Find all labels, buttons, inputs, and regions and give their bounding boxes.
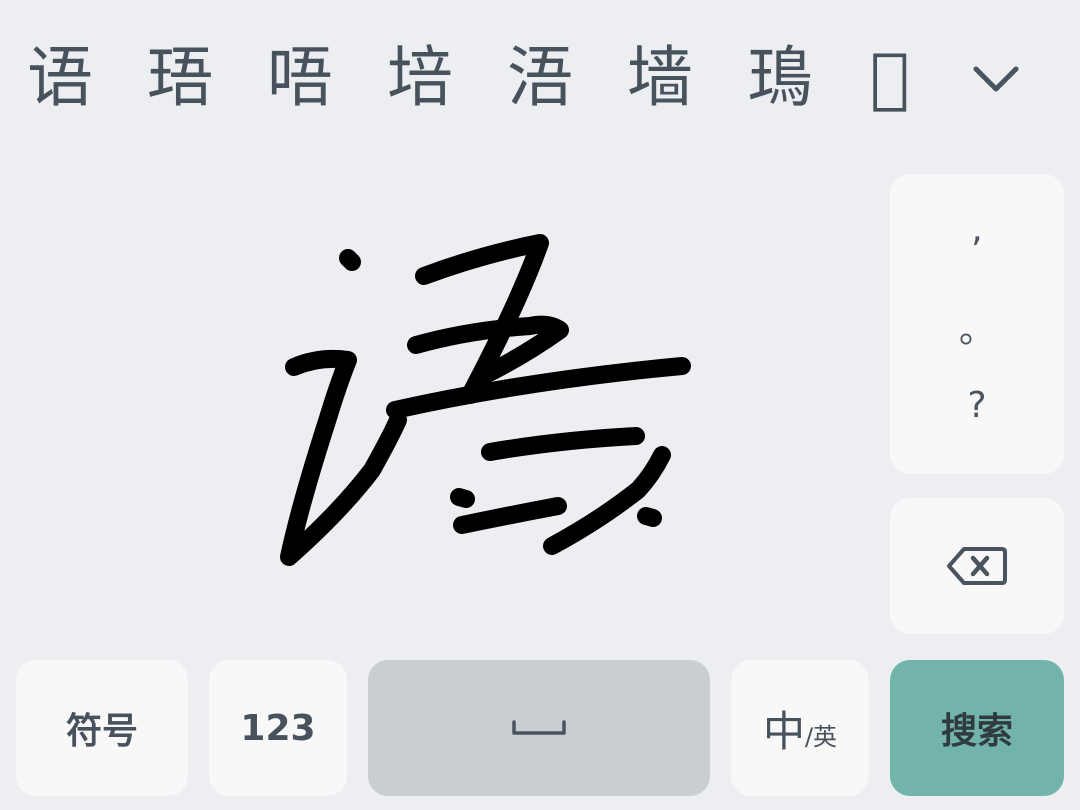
candidate-5[interactable]: 浯: [497, 38, 583, 118]
stroke: [386, 357, 691, 419]
chevron-down-icon: [973, 66, 1019, 92]
candidate-4[interactable]: 培: [377, 38, 463, 118]
candidate-2[interactable]: 珸: [137, 38, 223, 118]
question-key[interactable]: ?: [890, 370, 1064, 440]
period-key[interactable]: 。: [890, 292, 1064, 362]
stroke: [450, 488, 475, 508]
backspace-icon: [947, 547, 1007, 585]
expand-candidates-button[interactable]: [960, 42, 1032, 114]
candidate-6[interactable]: 墙: [617, 38, 703, 118]
candidate-bar: 语 珸 唔 培 浯 墙 鳿 𠼫: [0, 0, 1080, 150]
stroke: [637, 507, 662, 527]
language-english-label: /英: [804, 722, 838, 751]
space-key[interactable]: [368, 660, 710, 796]
backspace-button[interactable]: [890, 498, 1064, 634]
language-chinese-label: 中: [762, 706, 805, 756]
stroke: [543, 446, 671, 555]
stroke: [453, 497, 567, 534]
stroke: [280, 349, 407, 566]
punctuation-panel: , 。 ?: [890, 174, 1064, 474]
comma-key[interactable]: ,: [890, 194, 1064, 264]
search-key[interactable]: 搜索: [890, 660, 1064, 796]
stroke: [339, 249, 361, 271]
candidate-8[interactable]: 𠼫: [870, 38, 914, 118]
symbols-key[interactable]: 符号: [16, 660, 188, 796]
language-toggle-key[interactable]: 中 /英: [731, 660, 869, 796]
candidate-7[interactable]: 鳿: [737, 38, 823, 118]
numbers-key[interactable]: 123: [209, 660, 347, 796]
candidate-3[interactable]: 唔: [257, 38, 343, 118]
candidate-1[interactable]: 语: [17, 38, 103, 118]
handwriting-strokes: [280, 234, 691, 566]
space-bar-icon: [512, 720, 566, 735]
handwriting-canvas[interactable]: [0, 150, 880, 650]
handwriting-keyboard: 语 珸 唔 培 浯 墙 鳿 𠼫 , 。 ? 符号 123 中 /英 搜索: [0, 0, 1080, 810]
stroke: [481, 427, 645, 461]
